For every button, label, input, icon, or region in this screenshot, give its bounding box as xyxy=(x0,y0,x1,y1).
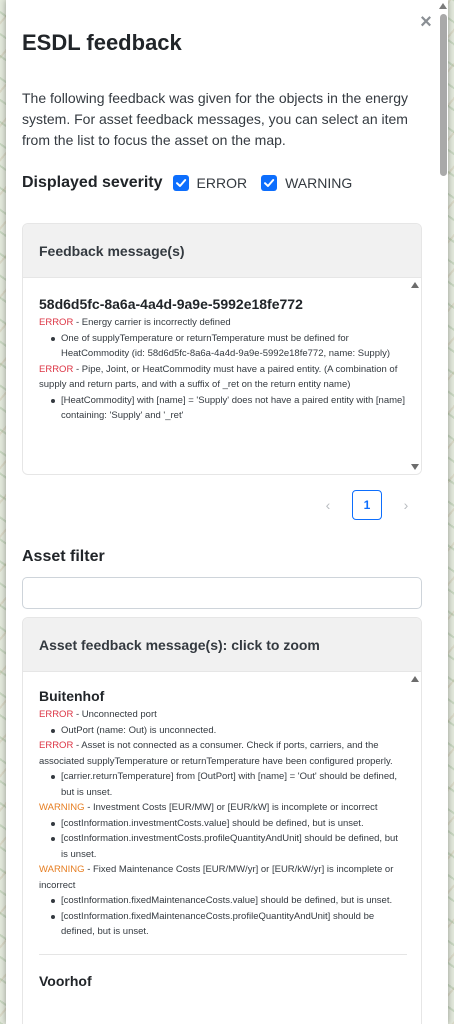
sidebar-scrollbar[interactable] xyxy=(438,0,448,1024)
asset-filter-input[interactable] xyxy=(22,577,422,609)
page-1-button[interactable]: 1 xyxy=(352,490,382,520)
asset-message-detail: [costInformation.fixedMaintenanceCosts.v… xyxy=(51,893,407,909)
feedback-asset-id[interactable]: 58d6d5fc-8a6a-4a4d-9a9e-5992e18fe772 xyxy=(39,296,407,312)
panel-title: ESDL feedback xyxy=(22,30,182,55)
asset-message-detail: [costInformation.investmentCosts.value] … xyxy=(51,816,407,832)
asset-message: ERROR - Unconnected port xyxy=(39,709,157,720)
feedback-detail: One of supplyTemperature or returnTemper… xyxy=(51,331,407,362)
severity-label: Displayed severity xyxy=(22,174,163,191)
feedback-details: [HeatCommodity] with [name] = 'Supply' d… xyxy=(39,393,407,424)
asset-message-detail: [costInformation.fixedMaintenanceCosts.p… xyxy=(51,909,407,940)
asset-message-details: [costInformation.fixedMaintenanceCosts.v… xyxy=(39,893,407,940)
asset-message: WARNING - Investment Costs [EUR/MW] or [… xyxy=(39,802,378,813)
severity-tag: ERROR xyxy=(39,740,74,751)
error-checkbox[interactable] xyxy=(172,175,189,191)
check-icon xyxy=(175,179,186,187)
feedback-details: One of supplyTemperature or returnTemper… xyxy=(39,331,407,362)
severity-filter: Displayed severity ERROR WARNING xyxy=(22,172,366,194)
check-icon xyxy=(264,179,275,187)
asset-message-details: [carrier.returnTemperature] from [OutPor… xyxy=(39,769,407,800)
scroll-down-arrow-icon[interactable] xyxy=(411,464,419,470)
feedback-message: ERROR - Energy carrier is incorrectly de… xyxy=(39,317,231,328)
asset-message-details: OutPort (name: Out) is unconnected. xyxy=(39,723,407,739)
severity-tag: ERROR xyxy=(39,317,74,328)
asset-message-detail: [carrier.returnTemperature] from [OutPor… xyxy=(51,769,407,800)
scroll-up-arrow-icon[interactable] xyxy=(411,676,419,682)
asset-feedback-card: Asset feedback message(s): click to zoom… xyxy=(22,617,422,1024)
feedback-card: Feedback message(s) 58d6d5fc-8a6a-4a4d-9… xyxy=(22,223,422,475)
asset-list-scrollbar[interactable] xyxy=(409,672,421,1024)
asset-divider xyxy=(39,953,407,955)
error-checkbox-label[interactable]: ERROR xyxy=(197,175,248,191)
close-icon[interactable]: × xyxy=(418,12,434,32)
scroll-up-arrow-icon[interactable] xyxy=(439,3,447,9)
severity-tag: ERROR xyxy=(39,363,74,375)
asset-feedback-item-voorhof[interactable]: Voorhof xyxy=(39,973,407,989)
warning-checkbox-label[interactable]: WARNING xyxy=(285,175,352,191)
feedback-detail: [HeatCommodity] with [name] = 'Supply' d… xyxy=(51,393,407,424)
panel-intro: The following feedback was given for the… xyxy=(22,90,409,148)
esdl-feedback-sidebar: × ESDL feedback The following feedback w… xyxy=(6,0,448,1024)
severity-tag: WARNING xyxy=(39,802,85,813)
asset-message: ERROR - Asset is not connected as a cons… xyxy=(39,740,393,767)
asset-message: WARNING - Fixed Maintenance Costs [EUR/M… xyxy=(39,864,394,891)
asset-message-detail: [costInformation.investmentCosts.profile… xyxy=(51,831,407,862)
asset-feedback-list[interactable]: Buitenhof ERROR - Unconnected port OutPo… xyxy=(23,672,421,1024)
feedback-list[interactable]: 58d6d5fc-8a6a-4a4d-9a9e-5992e18fe772 ERR… xyxy=(23,278,421,474)
feedback-message: ERROR - Pipe, Joint, or HeatCommodity mu… xyxy=(39,363,398,391)
warning-checkbox[interactable] xyxy=(261,175,278,191)
asset-feedback-item-buitenhof[interactable]: Buitenhof xyxy=(39,688,407,704)
asset-message-details: [costInformation.investmentCosts.value] … xyxy=(39,816,407,863)
asset-feedback-header: Asset feedback message(s): click to zoom xyxy=(23,618,421,672)
asset-filter-label: Asset filter xyxy=(22,548,105,565)
feedback-header: Feedback message(s) xyxy=(23,224,421,278)
severity-tag: WARNING xyxy=(39,864,85,875)
prev-page-button[interactable]: ‹ xyxy=(318,497,338,513)
sidebar-scroll-thumb[interactable] xyxy=(440,14,447,176)
feedback-list-scrollbar[interactable] xyxy=(409,278,421,474)
feedback-pagination: ‹ 1 › xyxy=(318,490,416,520)
severity-tag: ERROR xyxy=(39,709,74,720)
asset-message-detail: OutPort (name: Out) is unconnected. xyxy=(51,723,407,739)
scroll-up-arrow-icon[interactable] xyxy=(411,282,419,288)
next-page-button[interactable]: › xyxy=(396,497,416,513)
